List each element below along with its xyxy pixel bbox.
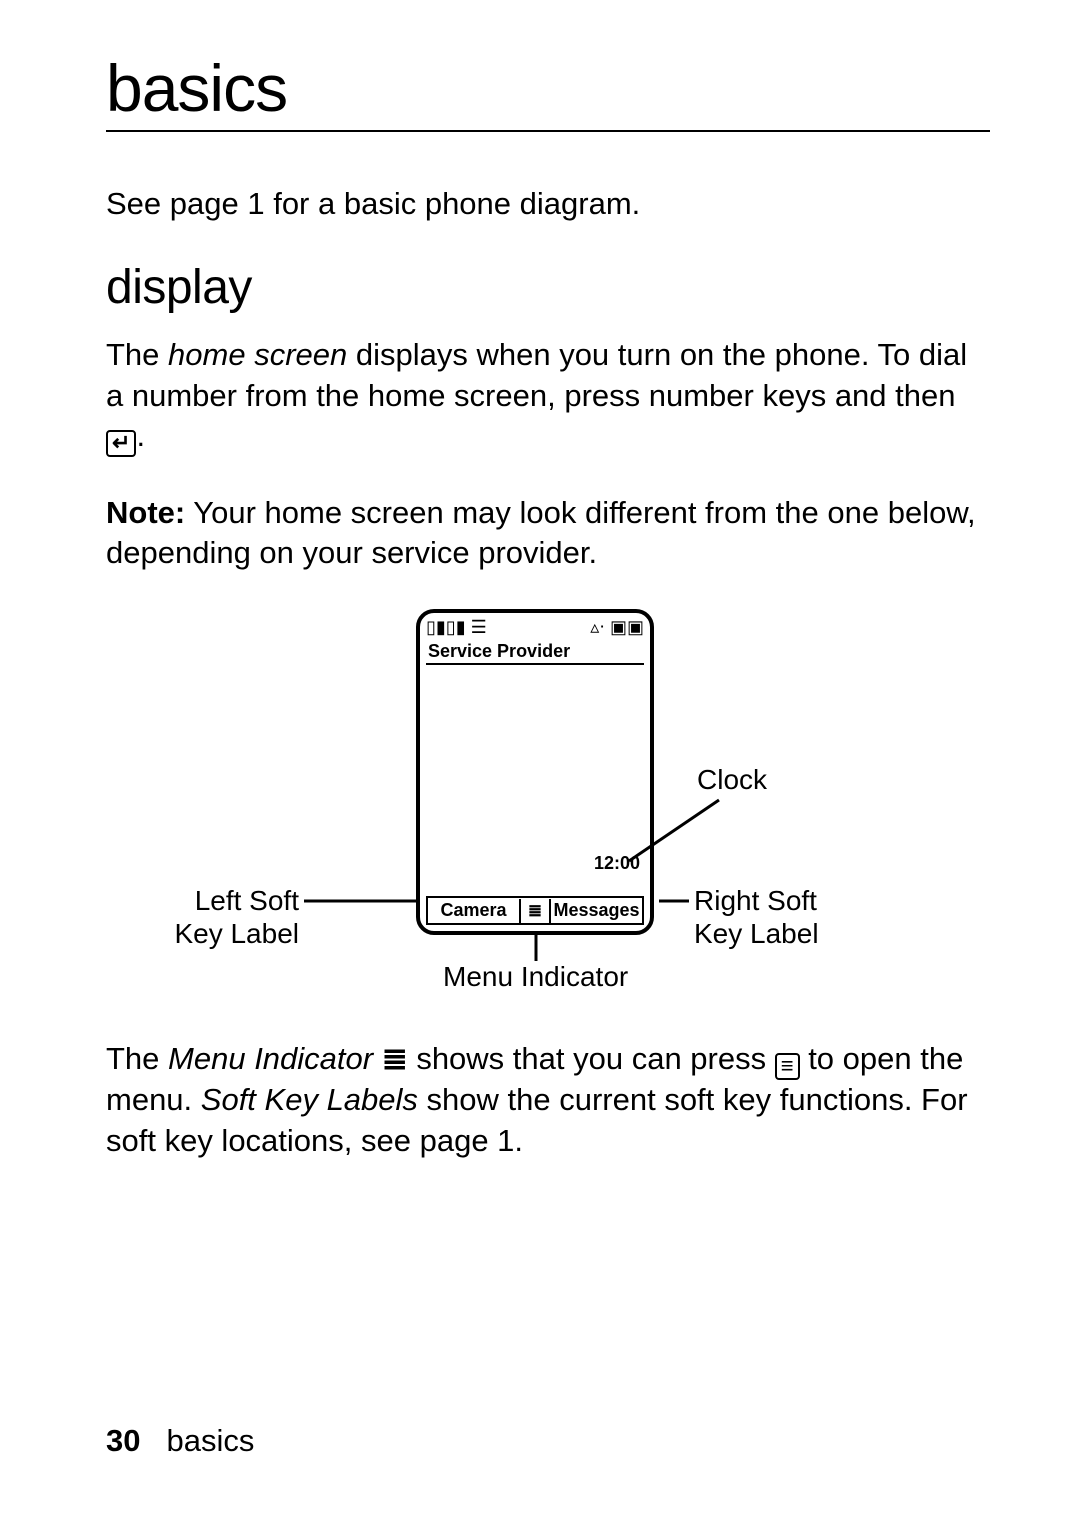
page-footer: 30 basics [106, 1423, 254, 1459]
call-key-icon: ↵ [106, 430, 136, 457]
menu-indicator-term: Menu Indicator [168, 1041, 373, 1076]
diagram-leader-lines [173, 609, 923, 1009]
display-description: The home screen displays when you turn o… [106, 335, 990, 457]
text: The [106, 337, 168, 372]
menu-indicator-paragraph: The Menu Indicator ≣ shows that you can … [106, 1039, 990, 1161]
note-body: Your home screen may look different from… [106, 495, 976, 570]
menu-glyph-icon: ≣ [382, 1041, 408, 1076]
text: . [136, 418, 145, 453]
page-number: 30 [106, 1423, 140, 1458]
intro-paragraph: See page 1 for a basic phone diagram. [106, 184, 990, 224]
home-screen-term: home screen [168, 337, 347, 372]
menu-key-icon: ≡ [775, 1053, 800, 1080]
section-heading: display [106, 260, 990, 315]
page-title: basics [106, 50, 990, 126]
text [373, 1041, 382, 1076]
note-label: Note: [106, 495, 185, 530]
text: The [106, 1041, 168, 1076]
note-paragraph: Note: Your home screen may look differen… [106, 493, 990, 574]
footer-section-name: basics [166, 1423, 254, 1458]
home-screen-diagram: ▯▮▯▮ ☰ ▵⋅ ▣▣ Service Provider 12:00 Came… [173, 609, 923, 1009]
soft-key-labels-term: Soft Key Labels [201, 1082, 418, 1117]
title-rule [106, 130, 990, 132]
text: shows that you can press [408, 1041, 775, 1076]
